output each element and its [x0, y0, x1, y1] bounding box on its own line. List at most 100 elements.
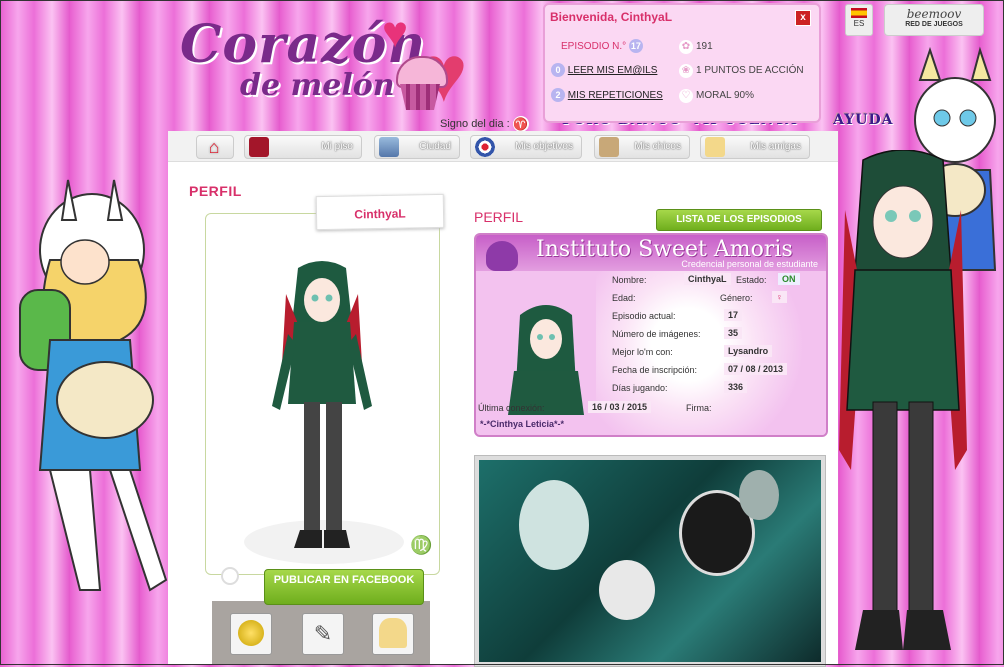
name-value: CinthyaL — [684, 273, 731, 285]
lock-tool-button[interactable] — [230, 613, 272, 655]
fionna-character-illustration — [19, 179, 168, 592]
days-playing-label: Días jugando: — [612, 383, 668, 393]
current-episode-label: Episodio actual: — [612, 311, 676, 321]
username-tab: CinthyaL — [315, 193, 445, 231]
female-icon: ♀ — [772, 291, 787, 303]
coins-info: ✿ 191 — [679, 40, 713, 54]
status-label: Estado: — [736, 275, 767, 285]
cupcake-icon — [486, 241, 518, 271]
nav-label: Mis objetivos — [515, 141, 573, 152]
virgo-sign-icon: ♍ — [410, 535, 433, 555]
credential-subtitle: Credencial personal de estudiante — [681, 259, 818, 269]
action-points-value: 1 PUNTOS DE ACCIÓN — [696, 65, 804, 76]
signup-date-value: 07 / 08 / 2013 — [724, 363, 788, 375]
beemoov-logo: beemoov — [906, 7, 962, 21]
edit-tool-button[interactable]: ✎ — [302, 613, 344, 655]
heart-icon: ♥ — [382, 8, 409, 57]
nav-my-apartment[interactable]: Mi piso — [244, 135, 362, 159]
nav-my-goals[interactable]: Mis objetivos — [470, 135, 582, 159]
aries-sign-icon: ♈ — [512, 116, 529, 132]
nav-city[interactable]: Ciudad — [374, 135, 460, 159]
green-hoodie-character-illustration — [839, 150, 967, 650]
best-match-label: Mejor lo'm con: — [612, 347, 673, 357]
moral-value: MORAL 90% — [696, 90, 754, 101]
current-episode-value: 17 — [724, 309, 743, 321]
nav-label: Ciudad — [419, 141, 451, 152]
credential-header: Instituto Sweet Amoris Credencial person… — [476, 235, 826, 271]
sign-of-day: Signo del dia : ♈ — [440, 116, 529, 132]
nav-my-friends[interactable]: Mis amigas — [700, 135, 810, 159]
logo-subtitle: de melón — [240, 68, 395, 103]
name-label: Nombre: — [612, 275, 647, 285]
nav-my-boys[interactable]: Mis chicos — [594, 135, 690, 159]
episodes-list-button[interactable]: LISTA DE LOS EPISODIOS — [656, 209, 822, 231]
profile-heading: PERFIL — [189, 183, 242, 199]
episode-label: EPISODIO N.° — [561, 41, 627, 52]
age-label: Edad: — [612, 293, 636, 303]
player-avatar — [244, 261, 404, 564]
images-value: 35 — [724, 327, 743, 339]
publish-toggle[interactable] — [221, 567, 239, 585]
repeats-row[interactable]: 2 MIS REPETICIONES — [551, 88, 663, 102]
paw-icon: ❀ — [679, 64, 693, 78]
beemoov-tagline: RED DE JUEGOS — [905, 21, 963, 28]
language-selector[interactable]: ES — [845, 4, 873, 36]
pen-icon: ✎ — [313, 621, 333, 646]
spain-flag-icon — [851, 8, 867, 18]
credential-heading: PERFIL — [474, 209, 524, 225]
student-credential: Instituto Sweet Amoris Credencial person… — [474, 233, 828, 437]
corazon-de-melon-logo[interactable]: Corazón de melón ♥ ♥ — [170, 8, 510, 124]
repeats-count-badge: 2 — [551, 88, 565, 102]
publish-facebook-button[interactable]: PUBLICAR EN FACEBOOK — [264, 569, 424, 605]
avatar-card — [205, 213, 440, 575]
target-icon — [475, 137, 495, 157]
girl-portrait-icon — [379, 618, 407, 648]
nav-label: Mi piso — [321, 141, 353, 152]
last-connection-label: Última conexión: — [478, 403, 545, 413]
signup-date-label: Fecha de inscripción: — [612, 365, 698, 375]
read-emails-link[interactable]: LEER MIS EM@ILS — [568, 65, 658, 76]
banner-figure — [519, 480, 589, 570]
sofa-icon — [249, 137, 269, 157]
last-connection-value: 16 / 03 / 2015 — [588, 401, 652, 413]
coins-value: 191 — [696, 41, 713, 52]
banner-figure — [599, 560, 655, 620]
beemoov-network-link[interactable]: beemoov RED DE JUEGOS — [884, 4, 984, 36]
friend-tool-button[interactable] — [372, 613, 414, 655]
status-badge: ON — [778, 273, 800, 285]
help-link[interactable]: AYUDA — [833, 112, 893, 128]
best-match-value: Lysandro — [724, 345, 773, 357]
episode-number-badge: 17 — [628, 39, 643, 53]
gender-label: Género: — [720, 293, 753, 303]
home-icon: ⌂ — [208, 137, 220, 157]
emails-row[interactable]: 0 LEER MIS EM@ILS — [551, 63, 657, 77]
sign-of-day-label: Signo del dia : — [440, 117, 510, 130]
girl-portrait-icon — [705, 137, 725, 157]
emails-count-badge: 0 — [551, 63, 565, 77]
heart-outline-icon: ♡ — [679, 89, 693, 103]
main-navigation: ⌂ Mi piso Ciudad Mis objetivos Mis chico… — [168, 131, 838, 162]
moral-info: ♡ MORAL 90% — [679, 89, 754, 103]
lock-icon — [238, 620, 264, 646]
language-code: ES — [853, 19, 865, 28]
main-panel: ⌂ Mi piso Ciudad Mis objetivos Mis chico… — [168, 131, 838, 667]
city-icon — [379, 137, 399, 157]
action-points: ❀ 1 PUNTOS DE ACCIÓN — [679, 64, 804, 78]
images-label: Número de imágenes: — [612, 329, 701, 339]
banner-figure — [739, 470, 779, 520]
boy-portrait-icon — [599, 137, 619, 157]
cupcake-icon — [392, 56, 448, 114]
signature-label: Firma: — [686, 403, 712, 413]
nav-home[interactable]: ⌂ — [196, 135, 234, 159]
my-repeats-link[interactable]: MIS REPETICIONES — [568, 90, 663, 101]
banner-artwork — [479, 460, 821, 662]
profile-tools: ✎ — [212, 601, 430, 665]
flower-icon: ✿ — [679, 40, 693, 54]
profile-motto: *-*Cinthya Leticia*-* — [480, 419, 565, 429]
episode-info: EPISODIO N.° 17 — [561, 39, 643, 53]
credential-avatar — [508, 305, 584, 415]
close-button[interactable]: x — [795, 10, 811, 26]
welcome-title: Bienvenida, CinthyaL — [550, 10, 673, 24]
nav-label: Mis amigas — [750, 141, 801, 152]
nav-label: Mis chicos — [634, 141, 681, 152]
